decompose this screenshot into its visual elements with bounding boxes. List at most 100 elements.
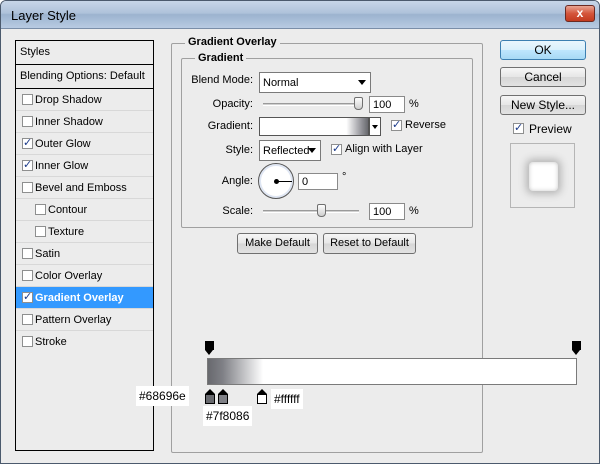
align-with-layer-checkbox[interactable] bbox=[331, 142, 342, 155]
scale-value: 100 bbox=[373, 206, 392, 218]
opacity-input[interactable]: 100 bbox=[369, 96, 405, 113]
contour-checkbox[interactable] bbox=[35, 204, 46, 215]
style-item-label: Inner Shadow bbox=[35, 116, 103, 128]
angle-label: Angle: bbox=[221, 175, 253, 187]
blend-mode-select[interactable]: Normal bbox=[259, 72, 371, 93]
opacity-value: 100 bbox=[373, 99, 392, 111]
styles-list: Styles Blending Options: Default Drop Sh… bbox=[15, 40, 154, 451]
style-item-pattern-overlay[interactable]: Pattern Overlay bbox=[16, 309, 153, 331]
ok-label: OK bbox=[534, 43, 552, 57]
gradient-picker-button[interactable] bbox=[369, 117, 381, 136]
inner-glow-checkbox[interactable] bbox=[22, 158, 33, 171]
blending-options-label: Blending Options: Default bbox=[20, 70, 145, 82]
scale-slider-track[interactable] bbox=[263, 210, 359, 213]
style-value: Reflected bbox=[263, 145, 310, 157]
cancel-button[interactable]: Cancel bbox=[500, 67, 586, 87]
blend-mode-value: Normal bbox=[263, 77, 299, 89]
pattern-overlay-checkbox[interactable] bbox=[22, 314, 33, 325]
style-item-label: Satin bbox=[35, 248, 61, 260]
style-item-label: Color Overlay bbox=[35, 270, 103, 282]
style-item-outer-glow[interactable]: Outer Glow bbox=[16, 133, 153, 155]
gradient-overlay-checkbox[interactable] bbox=[22, 290, 33, 303]
style-select[interactable]: Reflected bbox=[259, 140, 321, 161]
style-item-stroke[interactable]: Stroke bbox=[16, 331, 153, 353]
angle-unit: ° bbox=[342, 171, 347, 183]
style-item-label: Stroke bbox=[35, 336, 67, 348]
inner-shadow-checkbox[interactable] bbox=[22, 116, 33, 127]
make-default-label: Make Default bbox=[245, 237, 310, 249]
opacity-slider-track[interactable] bbox=[263, 103, 363, 106]
opacity-stop-left[interactable] bbox=[205, 341, 214, 355]
style-item-drop-shadow[interactable]: Drop Shadow bbox=[16, 89, 153, 111]
style-item-label: Inner Glow bbox=[35, 160, 89, 172]
color-stop-1[interactable] bbox=[205, 389, 215, 404]
blend-mode-label: Blend Mode: bbox=[191, 74, 253, 86]
new-style-label: New Style... bbox=[510, 98, 576, 112]
style-item-gradient-overlay[interactable]: Gradient Overlay bbox=[16, 287, 153, 309]
style-item-contour[interactable]: Contour bbox=[16, 199, 153, 221]
gradient-group-title: Gradient bbox=[195, 52, 247, 64]
angle-value: 0 bbox=[302, 176, 309, 188]
angle-input[interactable]: 0 bbox=[298, 173, 338, 190]
scale-input[interactable]: 100 bbox=[369, 203, 405, 220]
reverse-checkbox[interactable] bbox=[391, 118, 402, 131]
style-item-texture[interactable]: Texture bbox=[16, 221, 153, 243]
style-item-inner-glow[interactable]: Inner Glow bbox=[16, 155, 153, 177]
blending-options-item[interactable]: Blending Options: Default bbox=[16, 65, 153, 89]
style-item-label: Drop Shadow bbox=[35, 94, 102, 106]
satin-checkbox[interactable] bbox=[22, 248, 33, 259]
opacity-unit: % bbox=[409, 98, 419, 110]
style-item-label: Gradient Overlay bbox=[35, 292, 124, 304]
cancel-label: Cancel bbox=[524, 70, 562, 84]
style-item-bevel-emboss[interactable]: Bevel and Emboss bbox=[16, 177, 153, 199]
gradient-bar[interactable] bbox=[207, 358, 577, 385]
chevron-down-icon bbox=[372, 125, 378, 129]
ok-button[interactable]: OK bbox=[500, 40, 586, 60]
color-stop-2-swatch bbox=[218, 394, 228, 404]
bevel-emboss-checkbox[interactable] bbox=[22, 182, 33, 193]
style-preview bbox=[510, 143, 575, 208]
color-overlay-checkbox[interactable] bbox=[22, 270, 33, 281]
color-stop-1-label: #68696e bbox=[136, 386, 189, 406]
color-stop-3-label: #ffffff bbox=[271, 389, 303, 409]
reset-to-default-button[interactable]: Reset to Default bbox=[323, 233, 416, 254]
opacity-label: Opacity: bbox=[212, 98, 253, 110]
color-stop-2[interactable] bbox=[218, 389, 228, 404]
angle-dial[interactable] bbox=[258, 163, 294, 199]
reverse-label: Reverse bbox=[405, 119, 446, 131]
layer-style-dialog: Layer Style x Styles Blending Options: D… bbox=[0, 0, 600, 464]
preview-checkbox[interactable] bbox=[513, 121, 524, 134]
drop-shadow-checkbox[interactable] bbox=[22, 94, 33, 105]
style-item-color-overlay[interactable]: Color Overlay bbox=[16, 265, 153, 287]
preview-swatch bbox=[529, 162, 558, 191]
style-item-label: Texture bbox=[48, 226, 85, 238]
preview-label: Preview bbox=[529, 122, 572, 136]
stroke-checkbox[interactable] bbox=[22, 336, 33, 347]
window-title: Layer Style bbox=[11, 8, 77, 23]
color-stop-3[interactable] bbox=[257, 389, 267, 404]
outer-glow-checkbox[interactable] bbox=[22, 136, 33, 149]
make-default-button[interactable]: Make Default bbox=[237, 233, 318, 254]
color-stop-1-swatch bbox=[205, 394, 215, 404]
opacity-stop-right[interactable] bbox=[572, 341, 581, 355]
style-item-satin[interactable]: Satin bbox=[16, 243, 153, 265]
close-button[interactable]: x bbox=[565, 5, 595, 22]
new-style-button[interactable]: New Style... bbox=[500, 95, 586, 115]
color-stop-3-swatch bbox=[257, 394, 267, 404]
scale-unit: % bbox=[409, 205, 419, 217]
angle-dial-needle bbox=[277, 181, 292, 182]
styles-header[interactable]: Styles bbox=[16, 41, 153, 65]
style-label: Style: bbox=[225, 144, 253, 156]
panel-title: Gradient Overlay bbox=[185, 36, 280, 48]
scale-slider-thumb[interactable] bbox=[317, 204, 327, 217]
chevron-down-icon bbox=[358, 80, 366, 85]
styles-header-label: Styles bbox=[20, 46, 50, 58]
title-bar[interactable]: Layer Style x bbox=[1, 1, 599, 29]
opacity-slider-thumb[interactable] bbox=[354, 97, 363, 110]
reset-to-default-label: Reset to Default bbox=[330, 237, 409, 249]
gradient-swatch[interactable] bbox=[259, 117, 369, 136]
close-icon: x bbox=[576, 6, 584, 20]
dialog-body: Styles Blending Options: Default Drop Sh… bbox=[1, 29, 599, 463]
texture-checkbox[interactable] bbox=[35, 226, 46, 237]
style-item-inner-shadow[interactable]: Inner Shadow bbox=[16, 111, 153, 133]
